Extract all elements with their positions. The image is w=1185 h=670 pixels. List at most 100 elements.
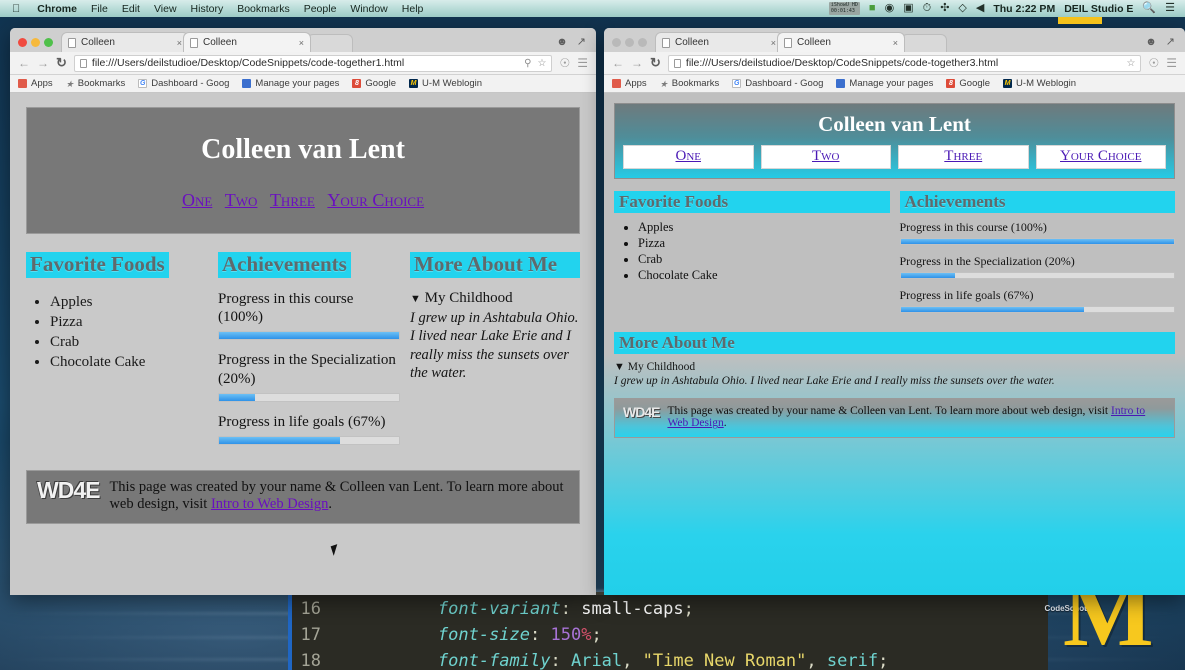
progress-bar-course[interactable] (218, 331, 400, 341)
list-item: Chocolate Cake (50, 354, 208, 371)
notification-center-icon[interactable]: ☰ (1165, 3, 1175, 14)
battery-icon[interactable]: ■ (869, 3, 876, 14)
zoom-search-icon[interactable]: ⚲ (524, 58, 531, 69)
footer-link-intro-to-web-design[interactable]: Intro to Web Design (211, 496, 328, 512)
menu-item-window[interactable]: Window (343, 3, 394, 15)
tab-colleen-1[interactable]: Colleen × (61, 32, 189, 52)
wifi-icon[interactable]: ◇ (958, 3, 966, 14)
bookmark-bookmarks[interactable]: ★ Bookmarks (66, 78, 126, 89)
minimize-window-icon[interactable] (625, 38, 634, 47)
chrome-window-right[interactable]: Colleen × Colleen × ☻ ↗ ← → ↻ file:///Us… (604, 28, 1185, 595)
menu-bar-user[interactable]: DEIL Studio E (1064, 3, 1133, 15)
menu-item-bookmarks[interactable]: Bookmarks (230, 3, 297, 15)
bookmark-um-weblogin[interactable]: M U-M Weblogin (409, 78, 482, 89)
tab-colleen-1[interactable]: Colleen × (655, 32, 783, 52)
close-tab-icon[interactable]: × (893, 38, 898, 48)
chrome-menu-icon[interactable]: ☰ (577, 56, 588, 70)
tab-colleen-2[interactable]: Colleen × (777, 32, 905, 52)
nav-link-two[interactable]: Two (225, 190, 258, 210)
search-icon[interactable]: 🔍 (1142, 3, 1156, 14)
dropbox-icon[interactable]: ◉ (885, 3, 895, 14)
bookmark-google[interactable]: 8 Google (946, 78, 990, 89)
bluetooth-icon[interactable]: ✣ (940, 3, 949, 14)
chrome-menu-icon[interactable]: ☰ (1166, 56, 1177, 70)
apple-icon[interactable]:  (12, 3, 20, 15)
zoom-window-icon[interactable] (44, 38, 53, 47)
progress-bar-specialization[interactable] (899, 271, 1175, 279)
bookmark-bookmarks[interactable]: ★ Bookmarks (660, 78, 720, 89)
close-tab-icon[interactable]: × (299, 38, 304, 48)
minimize-window-icon[interactable] (31, 38, 40, 47)
profile-icon[interactable]: ☻ (556, 36, 568, 48)
bookmark-dashboard[interactable]: G Dashboard - Goog (732, 78, 823, 89)
menu-bar-clock[interactable]: Thu 2:22 PM (993, 3, 1055, 15)
menu-item-view[interactable]: View (147, 3, 184, 15)
nav-link-three[interactable]: Three (270, 190, 315, 210)
nav-link-your-choice[interactable]: Your Choice (327, 190, 424, 210)
code-editor-window[interactable]: 16 font-variant: small-caps; 17 font-siz… (288, 592, 1048, 670)
zoom-window-icon[interactable] (638, 38, 647, 47)
bookmark-label: Manage your pages (255, 78, 340, 89)
window-controls-right[interactable] (610, 38, 655, 52)
new-tab-button[interactable] (901, 34, 947, 52)
close-window-icon[interactable] (18, 38, 27, 47)
close-tab-icon[interactable]: × (771, 38, 776, 48)
bookmark-dashboard[interactable]: G Dashboard - Goog (138, 78, 229, 89)
google-g-icon: G (732, 79, 742, 88)
content-columns-right: Favorite Foods Apples Pizza Crab Chocola… (614, 191, 1175, 322)
chrome-window-left[interactable]: Colleen × Colleen × ☻ ↗ ← → ↻ file:///Us… (10, 28, 596, 595)
back-icon[interactable]: ← (612, 56, 624, 70)
extension-icon[interactable]: ☉ (559, 56, 570, 70)
new-tab-button[interactable] (307, 34, 353, 52)
volume-icon[interactable]: ◀ (976, 3, 984, 14)
bookmark-manage-pages[interactable]: Manage your pages (836, 78, 933, 89)
maximize-icon[interactable]: ↗ (1166, 35, 1175, 48)
progress-bar-specialization[interactable] (218, 393, 400, 403)
heading-favorite-foods: Favorite Foods (26, 252, 169, 278)
menu-item-people[interactable]: People (297, 3, 344, 15)
maximize-icon[interactable]: ↗ (577, 35, 586, 48)
close-tab-icon[interactable]: × (177, 38, 182, 48)
profile-icon[interactable]: ☻ (1145, 36, 1157, 48)
tab-colleen-2[interactable]: Colleen × (183, 32, 311, 52)
bookmark-manage-pages[interactable]: Manage your pages (242, 78, 339, 89)
bookmark-google[interactable]: 8 Google (352, 78, 396, 89)
reload-icon[interactable]: ↻ (56, 55, 67, 71)
menu-item-chrome[interactable]: Chrome (30, 3, 84, 15)
timemachine-icon[interactable]: ⏱ (923, 3, 932, 14)
bookmark-apps[interactable]: Apps (612, 78, 647, 89)
menu-item-edit[interactable]: Edit (115, 3, 147, 15)
progress-bar-life-goals[interactable] (899, 306, 1175, 314)
reload-icon[interactable]: ↻ (650, 55, 661, 71)
address-bar-right[interactable]: file:///Users/deilstudioe/Desktop/CodeSn… (667, 54, 1142, 72)
bookmark-um-weblogin[interactable]: M U-M Weblogin (1003, 78, 1076, 89)
progress-bar-course[interactable] (899, 237, 1175, 245)
nav-link-three[interactable]: Three (898, 145, 1029, 169)
extension-icon[interactable]: ☉ (1148, 56, 1159, 70)
content-columns-left: Favorite Foods Apples Pizza Crab Chocola… (26, 252, 580, 456)
bookmark-star-icon[interactable]: ☆ (1127, 58, 1136, 69)
list-item: Pizza (638, 236, 890, 251)
menu-item-file[interactable]: File (84, 3, 115, 15)
close-window-icon[interactable] (612, 38, 621, 47)
details-summary-my-childhood[interactable]: ▼ My Childhood (614, 361, 1175, 373)
code-line-18[interactable]: 18 font-family: Arial, "Time New Roman",… (288, 648, 1048, 670)
bookmark-star-icon[interactable]: ☆ (538, 58, 547, 69)
forward-icon[interactable]: → (37, 56, 49, 70)
nav-link-your-choice[interactable]: Your Choice (1035, 145, 1166, 169)
progress-bar-life-goals[interactable] (218, 435, 400, 445)
menu-item-help[interactable]: Help (395, 3, 431, 15)
heading-favorite-foods: Favorite Foods (614, 191, 890, 213)
nav-link-two[interactable]: Two (760, 145, 891, 169)
screen-recorder-widget[interactable]: iShowU HD 00:01:43 (828, 2, 860, 15)
details-summary-my-childhood[interactable]: ▼ My Childhood (410, 290, 580, 307)
menu-item-history[interactable]: History (184, 3, 231, 15)
airplay-icon[interactable]: ▣ (903, 3, 913, 14)
address-bar-left[interactable]: file:///Users/deilstudioe/Desktop/CodeSn… (73, 54, 553, 72)
back-icon[interactable]: ← (18, 56, 30, 70)
nav-link-one[interactable]: One (182, 190, 212, 210)
nav-link-one[interactable]: One (623, 145, 754, 169)
bookmark-apps[interactable]: Apps (18, 78, 53, 89)
window-controls-left[interactable] (16, 38, 61, 52)
forward-icon[interactable]: → (631, 56, 643, 70)
